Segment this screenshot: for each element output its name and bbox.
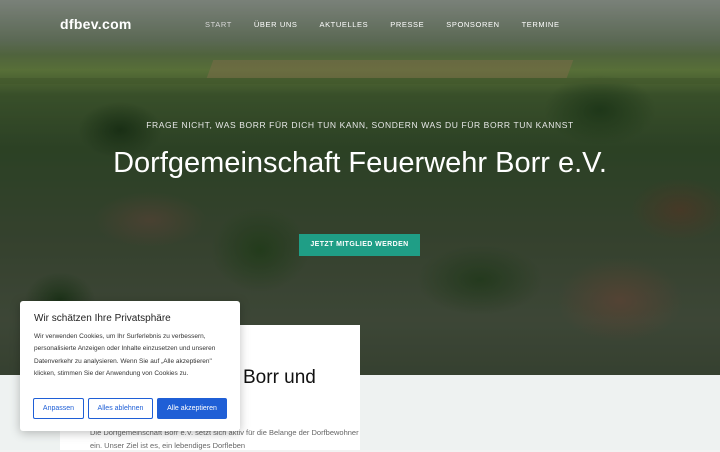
hero-field-decoration <box>206 60 574 78</box>
main-menu: START ÜBER UNS AKTUELLES PRESSE SPONSORE… <box>205 20 582 29</box>
top-navigation: dfbev.com START ÜBER UNS AKTUELLES PRESS… <box>0 0 720 48</box>
nav-item-start[interactable]: START <box>205 20 232 29</box>
cookie-accept-button[interactable]: Alle akzeptieren <box>157 398 227 419</box>
cookie-customize-button[interactable]: Anpassen <box>33 398 84 419</box>
cookie-consent-banner: Wir schätzen Ihre Privatsphäre Wir verwe… <box>20 301 240 431</box>
hero-title: Dorfgemeinschaft Feuerwehr Borr e.V. <box>113 147 607 179</box>
nav-item-aktuelles[interactable]: AKTUELLES <box>319 20 368 29</box>
nav-item-sponsoren[interactable]: SPONSOREN <box>446 20 499 29</box>
site-logo[interactable]: dfbev.com <box>60 16 132 32</box>
nav-item-ueber-uns[interactable]: ÜBER UNS <box>254 20 298 29</box>
about-heading: Borr und <box>243 367 316 388</box>
cookie-title: Wir schätzen Ihre Privatsphäre <box>34 313 171 324</box>
join-member-button[interactable]: JETZT MITGLIED WERDEN <box>299 234 420 256</box>
hero-field-decoration <box>0 78 720 84</box>
nav-item-presse[interactable]: PRESSE <box>390 20 424 29</box>
cookie-body: Wir verwenden Cookies, um Ihr Surferlebn… <box>34 333 216 377</box>
hero-tagline: FRAGE NICHT, WAS BORR FÜR DICH TUN KANN,… <box>146 120 574 130</box>
nav-item-termine[interactable]: TERMINE <box>522 20 560 29</box>
cookie-reject-button[interactable]: Alles ablehnen <box>88 398 153 419</box>
